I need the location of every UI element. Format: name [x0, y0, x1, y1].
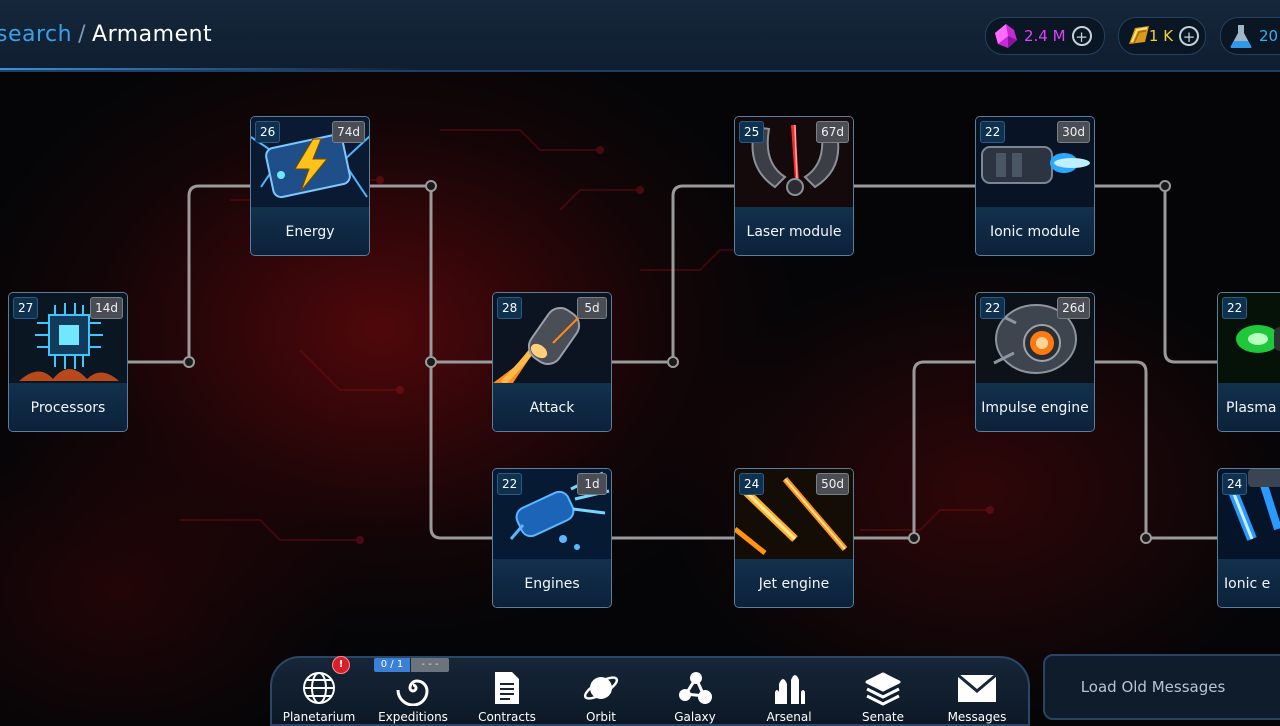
flask-resource: 20: [1220, 17, 1280, 55]
nav-label: Planetarium: [282, 710, 356, 724]
layers-icon: [863, 668, 903, 708]
duration-badge: 30d: [1057, 121, 1090, 143]
rockets-icon: [769, 668, 809, 708]
level-badge: 26: [255, 121, 281, 143]
nav-galaxy[interactable]: Galaxy: [648, 668, 742, 724]
tech-node-energy[interactable]: 26 74d Energy: [250, 116, 370, 256]
tech-node-laser-module[interactable]: 25 67d Laser module: [734, 116, 854, 256]
planet-icon: [581, 668, 621, 708]
add-crystal-button[interactable]: +: [1071, 26, 1092, 46]
level-badge: 22: [497, 473, 523, 495]
galaxy-icon: [675, 668, 715, 708]
node-label: Plasma m: [1218, 383, 1280, 431]
flask-amount: 20: [1259, 27, 1279, 45]
nav-messages[interactable]: Messages: [930, 668, 1024, 724]
level-badge: 28: [497, 297, 523, 319]
nav-senate[interactable]: Senate: [836, 668, 930, 724]
nav-expeditions[interactable]: Expeditions: [366, 668, 460, 724]
level-badge: 22: [1222, 297, 1248, 319]
crystal-amount: 2.4 M: [1024, 27, 1066, 45]
nav-planetarium[interactable]: Planetarium: [272, 668, 366, 724]
duration-badge: 1d: [577, 473, 607, 495]
crystal-resource: 2.4 M +: [985, 17, 1105, 55]
page-title: Armament: [92, 22, 213, 47]
planetarium-alert-badge: !: [332, 656, 350, 674]
crystal-icon: [990, 20, 1022, 52]
level-badge: 22: [980, 297, 1006, 319]
expeditions-status: - - -: [411, 658, 449, 672]
tech-node-ionic-engine[interactable]: 24 Ionic e: [1217, 468, 1280, 608]
duration-badge: 14d: [90, 297, 123, 319]
top-bar: search / Armament 2.4 M + 1 K + 20: [0, 0, 1280, 72]
breadcrumb: search / Armament: [0, 22, 212, 47]
node-label: Ionic e: [1218, 559, 1280, 607]
gold-resource: 1 K +: [1118, 17, 1206, 55]
spiral-icon: [393, 668, 433, 708]
tech-node-processors[interactable]: 27 14d Processors: [8, 292, 128, 432]
node-label: Attack: [493, 383, 611, 431]
tech-node-attack[interactable]: 28 5d Attack: [492, 292, 612, 432]
level-badge: 27: [13, 297, 39, 319]
level-badge: 22: [980, 121, 1006, 143]
tech-node-jet-engine[interactable]: 24 50d Jet engine: [734, 468, 854, 608]
level-badge: 24: [739, 473, 765, 495]
node-label: Energy: [251, 207, 369, 255]
node-label: Processors: [9, 383, 127, 431]
duration-badge: 26d: [1057, 297, 1090, 319]
breadcrumb-research-link[interactable]: search: [0, 22, 72, 47]
header-accent-line: [0, 68, 420, 70]
nav-label: Orbit: [585, 710, 617, 724]
tech-node-impulse-engine[interactable]: 22 26d Impulse engine: [975, 292, 1095, 432]
nav-label: Arsenal: [766, 710, 812, 724]
duration-badge: 50d: [816, 473, 849, 495]
nav-contracts[interactable]: Contracts: [460, 668, 554, 724]
add-gold-button[interactable]: +: [1179, 26, 1199, 46]
nav-orbit[interactable]: Orbit: [554, 668, 648, 724]
node-label: Jet engine: [735, 559, 853, 607]
duration-badge: 74d: [332, 121, 365, 143]
globe-icon: [299, 668, 339, 708]
level-badge: 24: [1222, 473, 1248, 495]
expeditions-counter: 0 / 1: [374, 658, 410, 672]
gold-amount: 1 K: [1148, 27, 1174, 45]
load-old-messages-button[interactable]: Load Old Messages: [1043, 654, 1280, 720]
tech-node-engines[interactable]: 22 1d Engines: [492, 468, 612, 608]
nav-arsenal[interactable]: Arsenal: [742, 668, 836, 724]
node-label: Ionic module: [976, 207, 1094, 255]
node-label: Engines: [493, 559, 611, 607]
tech-node-ionic-module[interactable]: 22 30d Ionic module: [975, 116, 1095, 256]
nav-label: Contracts: [478, 710, 536, 724]
envelope-icon: [957, 668, 997, 708]
node-label: Impulse engine: [976, 383, 1094, 431]
flask-icon: [1225, 20, 1257, 52]
duration-badge: 5d: [577, 297, 607, 319]
node-label: Laser module: [735, 207, 853, 255]
duration-badge: 67d: [816, 121, 849, 143]
tech-node-plasma-module[interactable]: 22 Plasma m: [1217, 292, 1280, 432]
nav-label: Senate: [861, 710, 905, 724]
breadcrumb-separator: /: [78, 22, 87, 47]
nav-label: Messages: [947, 710, 1007, 724]
level-badge: 25: [739, 121, 765, 143]
nav-label: Expeditions: [378, 710, 448, 724]
nav-label: Galaxy: [674, 710, 716, 724]
document-icon: [487, 668, 527, 708]
